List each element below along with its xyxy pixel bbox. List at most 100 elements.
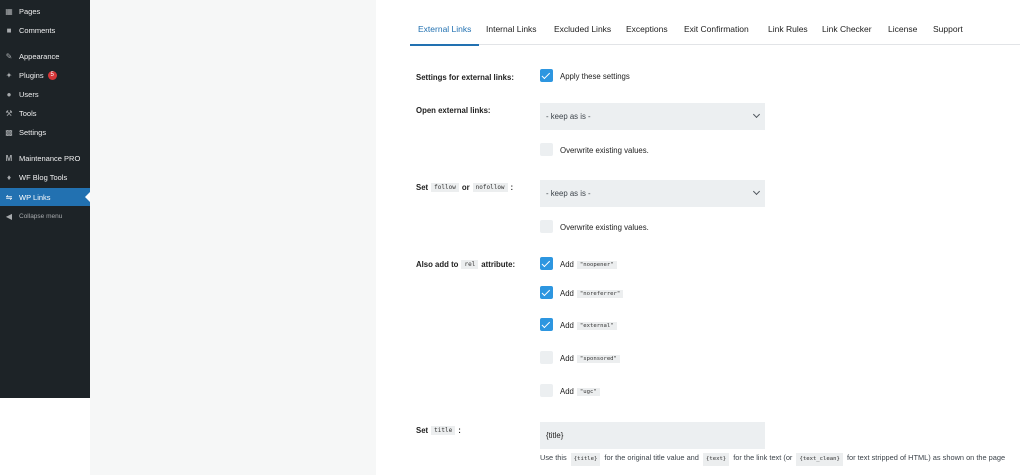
help-code-text-clean: {text_clean}	[796, 453, 843, 466]
collapse-icon: ◀	[5, 211, 13, 221]
sidebar-item-label: WP Links	[19, 192, 51, 202]
sidebar-item-label: WF Blog Tools	[19, 172, 68, 182]
rel-sponsored-label: Add "sponsored"	[560, 354, 623, 363]
add-word: Add	[560, 260, 574, 269]
tab-support[interactable]: Support	[933, 24, 963, 34]
rel-value-code: "noreferrer"	[576, 289, 624, 298]
rel-noreferrer-label: Add "noreferrer"	[560, 289, 626, 298]
follow-or: or	[461, 183, 470, 192]
tab-exceptions[interactable]: Exceptions	[626, 24, 668, 34]
sidebar-item-label: Tools	[19, 108, 37, 118]
rel-prefix: Also add to	[416, 260, 459, 269]
rel-noopener-checkbox[interactable]	[540, 257, 553, 270]
chevron-down-icon	[752, 110, 761, 119]
tools-icon: ⚒	[5, 108, 13, 118]
blog-tools-icon: ♦	[6, 172, 12, 182]
chevron-down-icon	[752, 187, 761, 196]
rel-value-code: "external"	[576, 321, 617, 330]
maintenance-icon: M	[5, 153, 13, 163]
add-word: Add	[560, 289, 574, 298]
overwrite-open-label: Overwrite existing values.	[560, 146, 649, 155]
open-links-label: Open external links:	[416, 106, 491, 115]
collapse-menu-button[interactable]: ◀ Collapse menu	[0, 207, 90, 225]
sidebar-item-label: Comments	[19, 25, 56, 35]
help-text-2: for the original title value and	[604, 453, 699, 462]
external-settings-label: Settings for external links:	[416, 73, 514, 82]
rel-ugc-checkbox[interactable]	[540, 384, 553, 397]
rel-ugc-label: Add "ugc"	[560, 387, 603, 396]
sidebar-item-users[interactable]: ● Users	[0, 85, 90, 103]
add-word: Add	[560, 354, 574, 363]
help-text-3: for the link text (or	[733, 453, 793, 462]
settings-icon: ▩	[5, 127, 13, 137]
sidebar-item-label: Maintenance PRO	[19, 153, 81, 163]
sidebar-item-tools[interactable]: ⚒ Tools	[0, 104, 90, 122]
apply-settings-checkbox[interactable]	[540, 69, 553, 82]
sidebar-item-settings[interactable]: ▩ Settings	[0, 123, 90, 141]
rel-label: Also add to rel attribute:	[416, 260, 515, 269]
rel-suffix: attribute:	[481, 260, 516, 269]
tab-exit-confirmation[interactable]: Exit Confirmation	[684, 24, 749, 34]
plugin-left-panel	[90, 0, 376, 475]
title-label: Set title :	[416, 426, 461, 435]
sidebar-item-pages[interactable]: ▦ Pages	[0, 2, 90, 20]
follow-value: - keep as is -	[546, 189, 591, 198]
plugins-update-badge: 5	[47, 70, 57, 80]
title-prefix: Set	[416, 426, 429, 435]
sidebar-item-comments[interactable]: ■ Comments	[0, 21, 90, 39]
plugins-icon: ✦	[5, 70, 13, 80]
follow-label: Set follow or nofollow :	[416, 183, 513, 192]
overwrite-open-checkbox[interactable]	[540, 143, 553, 156]
sidebar-item-appearance[interactable]: ✎ Appearance	[0, 47, 90, 65]
sidebar-bottom-area	[0, 398, 90, 475]
title-suffix: :	[458, 426, 461, 435]
tab-excluded-links[interactable]: Excluded Links	[554, 24, 611, 34]
help-code-title: {title}	[570, 453, 601, 466]
tab-license[interactable]: License	[888, 24, 917, 34]
title-input[interactable]: {title}	[540, 422, 765, 449]
sidebar-item-label: Collapse menu	[19, 212, 63, 220]
follow-prefix: Set	[416, 183, 429, 192]
help-code-text: {text}	[702, 453, 730, 466]
rel-sponsored-checkbox[interactable]	[540, 351, 553, 364]
sidebar-item-plugins[interactable]: ✦ Plugins 5	[0, 66, 90, 84]
tab-external-links[interactable]: External Links	[409, 24, 480, 46]
settings-main: External Links Internal Links Excluded L…	[376, 0, 1024, 475]
follow-suffix: :	[510, 183, 514, 192]
rel-external-label: Add "external"	[560, 321, 620, 330]
sidebar-item-maintenance-pro[interactable]: M Maintenance PRO	[0, 149, 90, 167]
follow-select[interactable]: - keep as is -	[540, 180, 765, 207]
links-icon: ⇋	[5, 192, 13, 202]
open-links-select[interactable]: - keep as is -	[540, 103, 765, 130]
sidebar-item-label: Pages	[19, 6, 41, 16]
sidebar-item-label: Users	[19, 89, 39, 99]
tab-link-checker[interactable]: Link Checker	[822, 24, 872, 34]
title-code: title	[431, 426, 456, 435]
title-help-text: Use this {title} for the original title …	[540, 452, 1015, 466]
rel-value-code: "ugc"	[576, 387, 600, 396]
rel-external-checkbox[interactable]	[540, 318, 553, 331]
apply-settings-label: Apply these settings	[560, 72, 630, 81]
add-word: Add	[560, 387, 574, 396]
rel-value-code: "sponsored"	[576, 354, 620, 363]
sidebar-item-wp-links[interactable]: ⇋ WP Links	[0, 188, 90, 206]
title-input-value: {title}	[546, 431, 564, 440]
overwrite-follow-label: Overwrite existing values.	[560, 223, 649, 232]
sidebar-item-label: Appearance	[19, 51, 60, 61]
comments-icon: ■	[6, 25, 12, 35]
sidebar-item-wf-blog-tools[interactable]: ♦ WF Blog Tools	[0, 168, 90, 186]
rel-noopener-label: Add "noopener"	[560, 260, 620, 269]
pages-icon: ▦	[5, 6, 13, 16]
tab-link-rules[interactable]: Link Rules	[768, 24, 808, 34]
tab-internal-links[interactable]: Internal Links	[486, 24, 537, 34]
appearance-icon: ✎	[5, 51, 13, 61]
sidebar-item-label: Settings	[19, 127, 47, 137]
add-word: Add	[560, 321, 574, 330]
help-text-1: Use this	[540, 453, 567, 462]
overwrite-follow-checkbox[interactable]	[540, 220, 553, 233]
rel-code: rel	[461, 260, 479, 269]
rel-noreferrer-checkbox[interactable]	[540, 286, 553, 299]
rel-value-code: "noopener"	[576, 260, 617, 269]
settings-tabs: External Links Internal Links Excluded L…	[409, 0, 1020, 46]
sidebar-item-label: Plugins	[19, 70, 44, 80]
